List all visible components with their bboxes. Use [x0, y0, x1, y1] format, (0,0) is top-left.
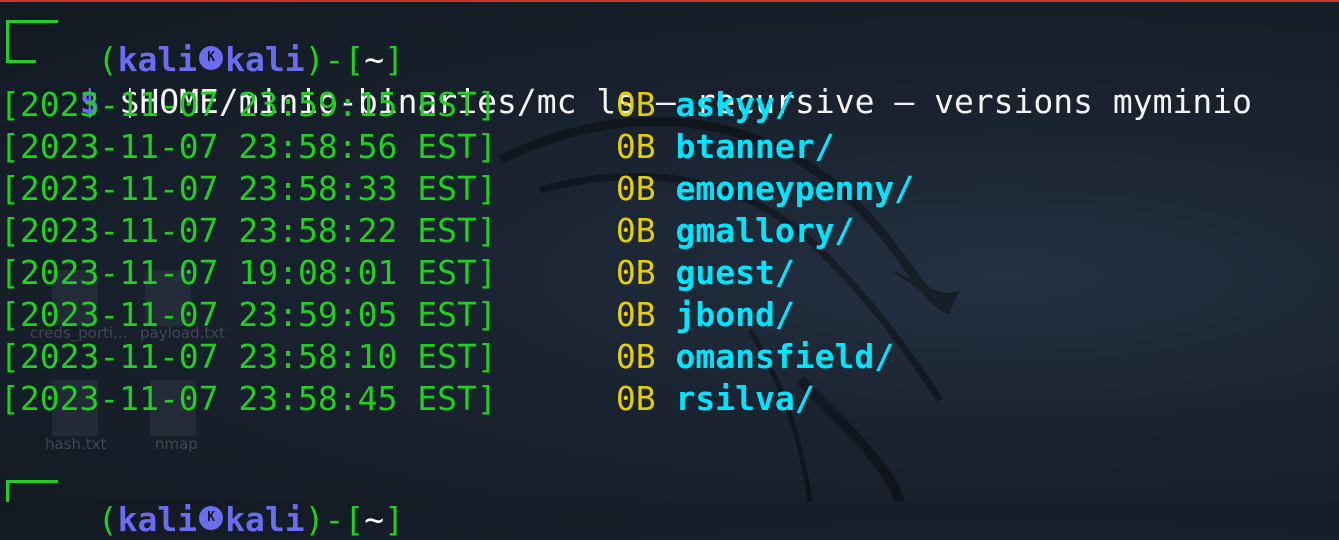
- list-item: [2023-11-07 23:58:33 EST] 0B emoneypenny…: [0, 169, 914, 209]
- list-item: [2023-11-07 19:08:01 EST] 0B guest/: [0, 253, 795, 293]
- entry-timestamp: [2023-11-07 19:08:01 EST]: [0, 253, 497, 292]
- prompt-user: kali: [117, 500, 198, 539]
- entry-size: 0B: [615, 253, 656, 292]
- entry-size: 0B: [615, 379, 656, 418]
- list-item: [2023-11-07 23:58:56 EST] 0B btanner/: [0, 127, 835, 167]
- entry-name: jbond/: [675, 295, 795, 334]
- prompt-line-1: (kali Kkali)-[~]: [97, 40, 404, 79]
- entry-size: 0B: [615, 337, 656, 376]
- entry-name: omansfield/: [675, 337, 895, 376]
- list-item: [2023-11-07 23:58:45 EST] 0B rsilva/: [0, 379, 815, 419]
- entry-size: 0B: [615, 295, 656, 334]
- list-item: [2023-11-07 23:59:15 EST] 0B askyy/: [0, 85, 795, 125]
- kali-skull-icon: K: [199, 505, 224, 530]
- prompt-dir: ~: [364, 500, 385, 539]
- entry-name: btanner/: [675, 127, 835, 166]
- entry-timestamp: [2023-11-07 23:59:05 EST]: [0, 295, 497, 334]
- entry-size: 0B: [615, 211, 656, 250]
- entry-size: 0B: [615, 85, 656, 124]
- entry-size: 0B: [615, 127, 656, 166]
- prompt-line-2: (kali Kkali)-[~]: [97, 500, 404, 539]
- desktop-label: nmap: [155, 435, 198, 453]
- entry-timestamp: [2023-11-07 23:58:33 EST]: [0, 169, 497, 208]
- entry-timestamp: [2023-11-07 23:59:15 EST]: [0, 85, 497, 124]
- prompt-box-corner: [6, 482, 9, 502]
- prompt-box-top: [6, 480, 58, 483]
- prompt-box-top: [6, 20, 58, 23]
- desktop-label: hash.txt: [45, 435, 107, 453]
- prompt-host: kali: [225, 500, 305, 539]
- prompt-box-corner: [6, 22, 9, 62]
- command-line: $ $HOME/minio-binaries/mc ls — recursive…: [40, 42, 1252, 121]
- prompt-box-bottom: [6, 60, 36, 63]
- entry-name: askyy/: [675, 85, 795, 124]
- entry-name: guest/: [675, 253, 795, 292]
- entry-size: 0B: [615, 169, 656, 208]
- list-item: [2023-11-07 23:58:22 EST] 0B gmallory/: [0, 211, 854, 251]
- entry-timestamp: [2023-11-07 23:58:22 EST]: [0, 211, 497, 250]
- list-item: [2023-11-07 23:58:10 EST] 0B omansfield/: [0, 337, 894, 377]
- entry-timestamp: [2023-11-07 23:58:45 EST]: [0, 379, 497, 418]
- entry-name: gmallory/: [675, 211, 855, 250]
- entry-timestamp: [2023-11-07 23:58:10 EST]: [0, 337, 497, 376]
- entry-name: rsilva/: [675, 379, 815, 418]
- entry-timestamp: [2023-11-07 23:58:56 EST]: [0, 127, 497, 166]
- entry-name: emoneypenny/: [675, 169, 914, 208]
- list-item: [2023-11-07 23:59:05 EST] 0B jbond/: [0, 295, 795, 335]
